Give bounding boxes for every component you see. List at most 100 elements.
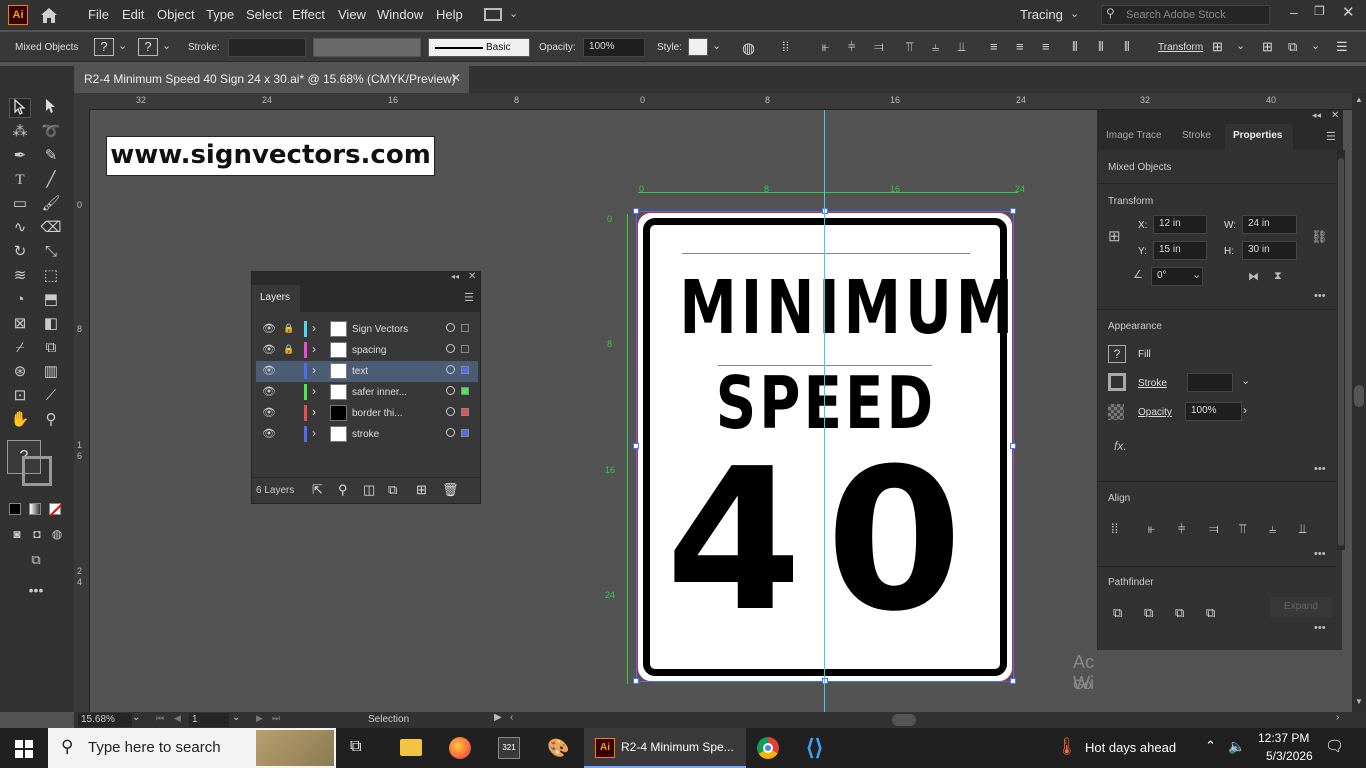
status-menu-icon[interactable]: ▶	[494, 712, 502, 723]
selection-handle[interactable]	[633, 443, 639, 449]
expand-chevron-icon[interactable]: ›	[312, 363, 316, 377]
style-swatch[interactable]	[688, 38, 708, 56]
zoom-tool-icon[interactable]: ⚲	[40, 410, 62, 430]
illustrator-task[interactable]: Ai R2-4 Minimum Spe...	[584, 728, 746, 768]
vscode-icon[interactable]: ⟨⟩	[806, 737, 828, 759]
video-editor-icon[interactable]: 321	[498, 737, 520, 759]
horizontal-scroll-thumb[interactable]	[892, 714, 916, 726]
isolate-group-icon[interactable]: ⊞	[1262, 39, 1273, 55]
selection-indicator[interactable]	[461, 366, 469, 374]
selection-handle[interactable]	[633, 208, 639, 214]
recolor-artwork-icon[interactable]: ◍	[742, 39, 755, 57]
menu-object[interactable]: Object	[157, 7, 195, 22]
flip-vertical-icon[interactable]: ⧗	[1274, 270, 1282, 283]
stroke-color-box[interactable]	[22, 456, 52, 486]
selection-handle[interactable]	[1010, 208, 1016, 214]
tab-properties[interactable]: Properties	[1225, 124, 1293, 150]
layer-row[interactable]: 👁 › safer inner...	[256, 382, 478, 403]
file-explorer-icon[interactable]	[400, 739, 422, 756]
align-bottom-icon[interactable]: ⫫	[1299, 521, 1306, 537]
arrange-icon[interactable]: ⧉	[1288, 39, 1297, 55]
lock-icon[interactable]: 🔒	[283, 344, 294, 355]
more-options-icon[interactable]: •••	[1314, 290, 1326, 302]
minus-front-icon[interactable]: ⧉	[1144, 605, 1153, 621]
selection-indicator[interactable]	[461, 429, 469, 437]
type-tool-icon[interactable]: T	[9, 170, 31, 190]
align-vcenter-icon[interactable]: ⫨	[1269, 521, 1276, 537]
eyedropper-tool-icon[interactable]: ⌿	[9, 338, 31, 358]
selection-handle[interactable]	[822, 678, 828, 684]
selection-handle[interactable]	[822, 208, 828, 214]
color-mode-none[interactable]	[49, 503, 63, 517]
chevron-down-icon[interactable]: ⌄	[1236, 39, 1245, 52]
target-icon[interactable]	[446, 407, 455, 416]
stroke-swatch[interactable]: ?	[138, 38, 158, 56]
more-options-icon[interactable]: •••	[1314, 463, 1326, 475]
shaper-tool-icon[interactable]: ∿	[9, 218, 31, 238]
opacity-field[interactable]: 100%	[583, 38, 645, 57]
stock-search-input[interactable]: Search Adobe Stock	[1101, 5, 1270, 25]
collapse-icon[interactable]: ◂◂	[1312, 110, 1321, 121]
more-options-icon[interactable]: •••	[1314, 548, 1326, 560]
align-hcenter-icon[interactable]: ⫩	[848, 39, 855, 55]
close-icon[interactable]: ✕	[1331, 110, 1339, 121]
chevron-down-icon[interactable]: ⌄	[509, 7, 518, 20]
more-options-icon[interactable]: •••	[1314, 622, 1326, 634]
draw-normal-icon[interactable]: ◙	[6, 524, 28, 544]
home-icon[interactable]	[38, 4, 60, 26]
stroke-weight-field[interactable]	[228, 38, 306, 57]
align-to-icon[interactable]: ⁞⁞	[1111, 521, 1118, 536]
exclude-icon[interactable]: ⧉	[1206, 605, 1215, 621]
eraser-tool-icon[interactable]: ⌫	[40, 218, 62, 238]
panel-menu-icon[interactable]: ☰	[1326, 130, 1336, 143]
opacity-field[interactable]: 100%	[1185, 402, 1242, 421]
edit-toolbar-icon[interactable]: •••	[25, 580, 47, 600]
distribute-top-icon[interactable]: ≡	[990, 39, 998, 54]
vertical-scrollbar[interactable]: ▲ ▼	[1352, 93, 1366, 712]
eye-icon[interactable]: 👁	[262, 406, 276, 419]
chevron-up-icon[interactable]: ⌃	[1205, 738, 1216, 754]
eye-icon[interactable]: 👁	[262, 364, 276, 377]
width-tool-icon[interactable]: ≋	[9, 266, 31, 286]
align-top-icon[interactable]: ⫪	[906, 39, 913, 55]
scroll-down-icon[interactable]: ▼	[1355, 697, 1363, 706]
selection-handle[interactable]	[1010, 443, 1016, 449]
selection-indicator[interactable]	[461, 324, 469, 332]
flip-horizontal-icon[interactable]: ⧓	[1248, 270, 1259, 283]
hand-tool-icon[interactable]: ✋	[9, 410, 31, 430]
live-paint-tool-icon[interactable]: ⬒	[40, 290, 62, 310]
distribute-hcenter-icon[interactable]: ⦀	[1098, 39, 1104, 55]
close-icon[interactable]: ✕	[468, 271, 476, 282]
previous-artboard-icon[interactable]: ◀	[174, 713, 181, 724]
curvature-tool-icon[interactable]: ✎	[40, 146, 62, 166]
perspective-grid-tool-icon[interactable]: ⊠	[9, 314, 31, 334]
scroll-thumb[interactable]	[1354, 385, 1364, 407]
brush-definition-field[interactable]: Basic	[428, 38, 530, 57]
document-tab[interactable]: R2-4 Minimum Speed 40 Sign 24 x 30.ai* @…	[74, 66, 469, 93]
align-bottom-icon[interactable]: ⫫	[958, 39, 965, 55]
screen-mode-icon[interactable]: ⧉	[25, 550, 47, 570]
align-right-icon[interactable]: ⫤	[1209, 521, 1219, 537]
tab-stroke[interactable]: Stroke	[1182, 130, 1211, 141]
color-mode-gradient[interactable]	[29, 503, 41, 515]
align-top-icon[interactable]: ⫪	[1239, 521, 1246, 537]
clipping-mask-icon[interactable]: ◫	[363, 482, 375, 498]
rotate-tool-icon[interactable]: ↻	[9, 242, 31, 262]
lock-icon[interactable]: 🔒	[283, 323, 294, 334]
close-icon[interactable]: ✕	[1342, 3, 1355, 21]
chevron-down-icon[interactable]: ⌄	[162, 39, 171, 52]
chevron-down-icon[interactable]: ⌄	[132, 712, 140, 723]
chevron-down-icon[interactable]: ⌄	[1192, 268, 1201, 281]
distribute-bottom-icon[interactable]: ≡	[1042, 39, 1050, 54]
layer-row[interactable]: 👁 › border thi...	[256, 403, 478, 424]
distribute-left-icon[interactable]: ⦀	[1072, 39, 1078, 55]
expand-chevron-icon[interactable]: ›	[312, 426, 316, 440]
stroke-weight-field[interactable]	[1187, 373, 1233, 392]
direct-selection-tool-icon[interactable]	[40, 98, 62, 118]
distribute-vcenter-icon[interactable]: ≡	[1016, 39, 1024, 54]
fx-button[interactable]: fx.	[1114, 439, 1127, 453]
align-right-icon[interactable]: ⫤	[874, 39, 884, 55]
stroke-label[interactable]: Stroke	[1138, 378, 1167, 389]
expand-chevron-icon[interactable]: ›	[312, 342, 316, 356]
align-vcenter-icon[interactable]: ⫨	[932, 39, 939, 55]
